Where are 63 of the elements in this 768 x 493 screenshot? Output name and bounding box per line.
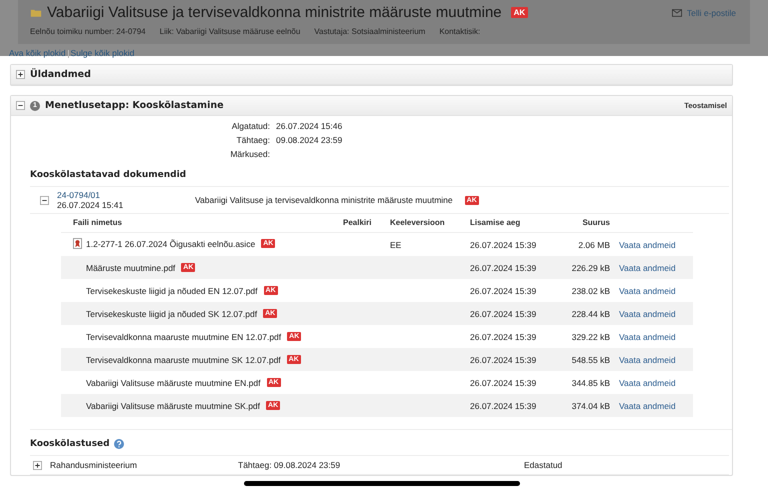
- document-date: 26.07.2024 15:41: [57, 200, 124, 210]
- column-header: Faili nimetus: [61, 214, 343, 232]
- size-cell: 228.44 kB: [572, 308, 610, 318]
- page-title: Vabariigi Valitsuse ja tervisevaldkonna ministrite määruste muutmine: [47, 4, 502, 21]
- ministry-name: Rahandusministeerium: [50, 460, 138, 470]
- size-cell: 329.22 kB: [572, 332, 610, 342]
- section-title: Üldandmed: [30, 69, 91, 80]
- meta-text: Eelnõu toimiku number: 24-0794: [30, 27, 146, 36]
- subsection-title: Kooskõlastatavad dokumendid: [30, 170, 188, 180]
- column-header: Suurus: [550, 214, 610, 232]
- column-header: Keeleversioon: [390, 214, 470, 232]
- document-link[interactable]: 24-0794/01: [57, 190, 187, 200]
- column-header: Lisamise aeg: [470, 214, 550, 232]
- folder-icon: [30, 7, 42, 18]
- date-cell: 26.07.2024 15:39: [470, 400, 536, 410]
- size-cell: 374.04 kB: [572, 400, 610, 410]
- help-icon: [114, 439, 124, 449]
- date-cell: 26.07.2024 15:39: [470, 240, 536, 250]
- view-details-link[interactable]: Vaata andmeid: [619, 332, 676, 342]
- file-name: Tervisevaldkonna maaruste muutmine SK 12.07.pdf: [86, 354, 281, 364]
- date-cell: 26.07.2024 15:39: [470, 332, 536, 342]
- date-cell: 26.07.2024 15:39: [470, 262, 536, 272]
- size-cell: 238.02 kB: [572, 286, 610, 296]
- approval-status: Edastatud: [524, 460, 562, 470]
- size-cell: 548.55 kB: [572, 354, 610, 364]
- toggle-button[interactable]: [16, 70, 25, 79]
- size-cell: 226.29 kB: [572, 262, 610, 272]
- date-cell: 26.07.2024 15:39: [470, 378, 536, 388]
- meta-text: Liik: Vabariigi Valitsuse määruse eelnõu: [160, 27, 300, 36]
- size-cell: 2.06 MB: [578, 240, 610, 250]
- certificate-icon: [73, 238, 82, 249]
- view-details-link[interactable]: Vaata andmeid: [619, 240, 676, 250]
- toggle-button[interactable]: [16, 101, 25, 110]
- date-cell: 26.07.2024 15:39: [470, 308, 536, 318]
- section-title: Menetlusetapp: Kooskõlastamine: [45, 100, 224, 111]
- file-name: 1.2-277-1 26.07.2024 Õigusakti eelnõu.asice: [86, 238, 256, 248]
- field-label: Märkused:: [229, 149, 270, 159]
- field-label: Algatatud:: [230, 121, 270, 131]
- file-name: Määruste muutmine.pdf: [86, 262, 176, 272]
- toggle-button[interactable]: [40, 196, 49, 204]
- file-name: Tervisevaldkonna maaruste muutmine EN 12.07.pdf: [86, 332, 282, 342]
- view-details-link[interactable]: Vaata andmeid: [619, 378, 676, 388]
- date-cell: 26.07.2024 15:39: [470, 286, 536, 296]
- meta-text: Kontaktisik:: [439, 27, 480, 36]
- file-name: Vabariigi Valitsuse määruste muutmine SK.pdf: [86, 400, 260, 410]
- deadline-text: Tähtaeg: 09.08.2024 23:59: [238, 460, 342, 470]
- document-title: Vabariigi Valitsuse ja tervisevaldkonna ministrite määruste muutmine: [195, 195, 453, 205]
- field-value: 09.08.2024 23:59: [276, 135, 342, 145]
- mail-icon: [672, 8, 682, 16]
- file-name: Vabariigi Valitsuse määruste muutmine EN.pdf: [86, 378, 260, 388]
- toggle-button[interactable]: [33, 460, 42, 470]
- subsection-title: Kooskõlastused: [30, 439, 110, 449]
- date-cell: 26.07.2024 15:39: [470, 354, 536, 364]
- size-cell: 344.85 kB: [572, 378, 610, 388]
- view-details-link[interactable]: Vaata andmeid: [619, 286, 676, 296]
- language-cell: EE: [390, 240, 402, 250]
- meta-text: Vastutaja: Sotsiaalministeerium: [314, 27, 426, 36]
- column-header: Pealkiri: [343, 214, 390, 232]
- ak-tag: AK: [510, 7, 528, 18]
- file-name: Tervisekeskuste liigid ja nõuded SK 12.07.pdf: [86, 308, 258, 318]
- file-name: Tervisekeskuste liigid ja nõuded EN 12.07.pdf: [86, 286, 258, 296]
- field-value: 26.07.2024 15:46: [276, 121, 342, 131]
- field-label: Tähtaeg:: [235, 135, 270, 145]
